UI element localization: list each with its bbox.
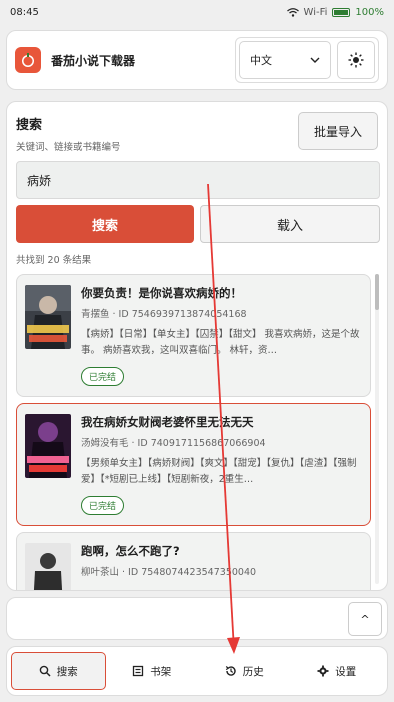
book-title: 我在病娇女财阀老婆怀里无法无天: [81, 415, 254, 429]
book-cover: [25, 543, 71, 590]
history-icon: [225, 666, 236, 676]
book-meta: 青摆鱼 · ID 7546939713874054168: [81, 309, 247, 320]
status-time: 08:45: [10, 6, 39, 18]
book-card[interactable]: 你要负责！是你说喜欢病娇的！ 青摆鱼 · ID 7546939713874054…: [16, 274, 371, 397]
results-scrollbar[interactable]: [375, 274, 379, 584]
gear-icon: [317, 665, 329, 677]
bookshelf-icon: [133, 665, 144, 677]
header-controls: 中文: [235, 37, 379, 83]
app-title: 番茄小说下载器: [51, 53, 136, 68]
status-bar: 08:45 Wi-Fi 100%: [0, 0, 394, 24]
nav-history[interactable]: 历史: [198, 652, 291, 690]
nav-bookshelf[interactable]: 书架: [106, 652, 199, 690]
app-logo-icon: [15, 47, 41, 73]
nav-history-label: 历史: [242, 665, 264, 678]
scroll-to-top-button[interactable]: ^: [348, 602, 382, 636]
book-description: 【男频单女主】【病娇财阀】【爽文】【甜宠】【复仇】【虐渣】【强制爱】【*短剧已上…: [81, 458, 357, 485]
book-cover: [25, 285, 71, 349]
theme-toggle-button[interactable]: [337, 41, 375, 79]
book-meta: 汤姆没有毛 · ID 7409171156867066904: [81, 438, 266, 449]
book-description: 【病娇】【日常】【单女主】【囚禁】【甜文】 我喜欢病娇，这是个故事。 病娇喜欢我…: [81, 329, 360, 356]
book-card-selected[interactable]: 我在病娇女财阀老婆怀里无法无天 汤姆没有毛 · ID 7409171156867…: [16, 403, 371, 526]
search-icon: [39, 665, 51, 677]
nav-settings-label: 设置: [335, 665, 357, 678]
wifi-label: Wi-Fi: [303, 6, 328, 18]
book-card[interactable]: 跑啊，怎么不跑了? 柳叶茶山 · ID 7548074423547350040: [16, 532, 371, 590]
app-header: 番茄小说下载器 中文: [6, 30, 388, 90]
scrollbar-thumb[interactable]: [375, 274, 379, 310]
bottom-panel: ^: [6, 597, 388, 640]
chevron-up-icon: ^: [360, 612, 370, 626]
nav-search[interactable]: 搜索: [11, 652, 106, 690]
book-title: 跑啊，怎么不跑了?: [81, 544, 180, 558]
result-count: 共找到 20 条结果: [16, 255, 92, 266]
load-button[interactable]: 载入: [200, 205, 380, 243]
battery-icon: [332, 7, 351, 17]
book-meta: 柳叶茶山 · ID 7548074423547350040: [81, 567, 257, 578]
battery-percent: 100%: [355, 6, 384, 18]
search-actions: 搜索 载入: [16, 205, 380, 243]
language-value: 中文: [250, 54, 272, 67]
nav-bookshelf-label: 书架: [150, 665, 172, 678]
status-badge: 已完结: [81, 367, 125, 386]
nav-settings[interactable]: 设置: [291, 652, 384, 690]
nav-search-label: 搜索: [56, 665, 78, 678]
chevron-down-icon: [310, 57, 320, 63]
results-list[interactable]: 你要负责！是你说喜欢病娇的！ 青摆鱼 · ID 7546939713874054…: [16, 272, 380, 590]
sun-icon: [348, 52, 364, 68]
status-right: Wi-Fi 100%: [286, 6, 384, 18]
book-cover: [25, 414, 71, 478]
search-input[interactable]: 病娇: [16, 161, 380, 199]
search-panel: 搜索 关键词、链接或书籍编号 批量导入 病娇 搜索 载入 共找到 20 条结果 …: [6, 101, 388, 591]
status-badge: 已完结: [81, 496, 125, 515]
wifi-icon: [286, 7, 299, 17]
search-button[interactable]: 搜索: [16, 205, 194, 243]
batch-import-button[interactable]: 批量导入: [298, 112, 378, 150]
book-title: 你要负责！是你说喜欢病娇的！: [81, 286, 242, 300]
language-select[interactable]: 中文: [239, 41, 331, 79]
bottom-navigation: 搜索 书架 历史 设置: [6, 646, 388, 696]
